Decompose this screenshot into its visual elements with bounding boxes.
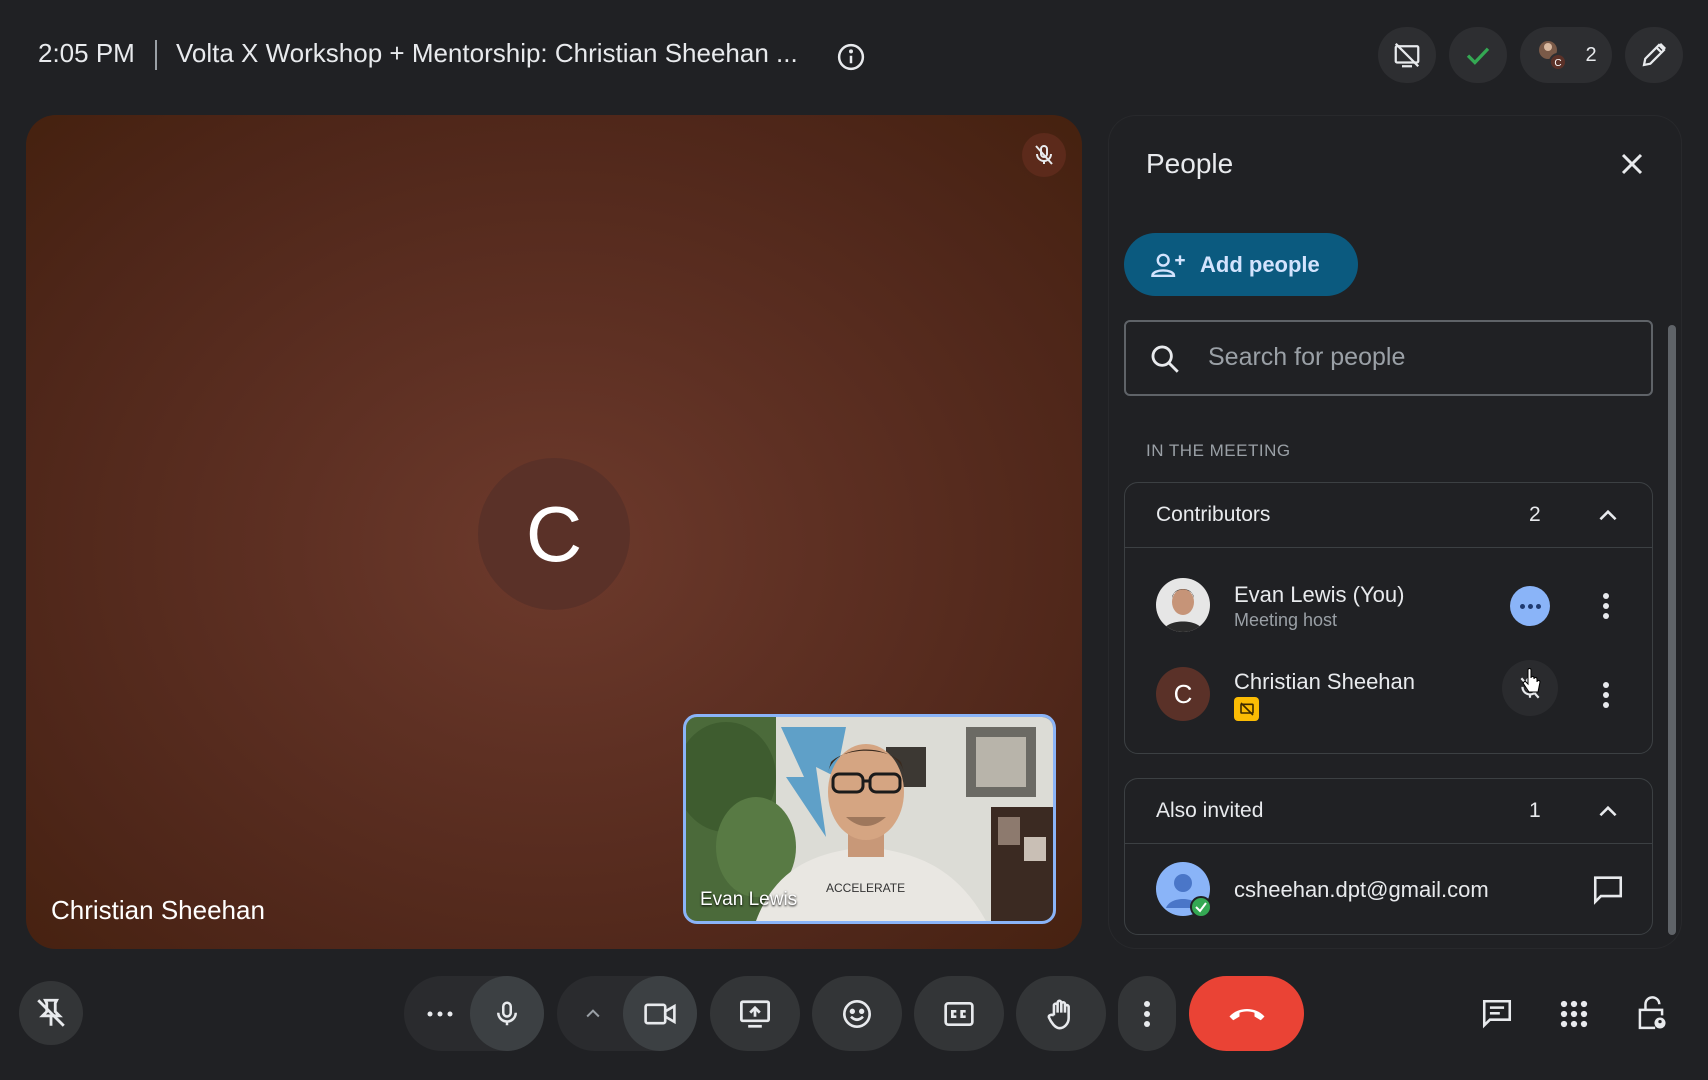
no-present-icon bbox=[1239, 702, 1254, 716]
chat-icon bbox=[1482, 999, 1512, 1028]
svg-text:C: C bbox=[1555, 58, 1562, 69]
panel-scrollbar[interactable] bbox=[1668, 325, 1676, 935]
participant-avatar: C bbox=[478, 458, 630, 610]
add-people-button[interactable]: Add people bbox=[1124, 233, 1358, 296]
video-settings-button[interactable] bbox=[567, 976, 619, 1051]
present-screen-button[interactable] bbox=[710, 976, 800, 1051]
check-icon bbox=[1466, 47, 1490, 65]
svg-text:ACCELERATE: ACCELERATE bbox=[826, 881, 905, 895]
self-view-name-label: Evan Lewis bbox=[700, 889, 798, 910]
meeting-details-button[interactable] bbox=[836, 42, 866, 72]
host-controls-icon bbox=[1638, 995, 1666, 1029]
mic-button[interactable] bbox=[470, 976, 544, 1051]
camera-icon bbox=[644, 1003, 676, 1024]
search-people-input[interactable]: Search for people bbox=[1124, 320, 1653, 396]
participant-role: Meeting host bbox=[1234, 610, 1338, 630]
dot bbox=[1519, 603, 1525, 609]
audio-settings-button[interactable] bbox=[414, 976, 466, 1051]
search-placeholder: Search for people bbox=[1208, 343, 1406, 371]
info-icon bbox=[837, 43, 865, 71]
dot bbox=[1535, 603, 1541, 609]
also-invited-header[interactable]: Also invited 1 bbox=[1125, 779, 1652, 844]
emoji-icon bbox=[843, 999, 871, 1028]
add-people-label: Add people bbox=[1200, 251, 1320, 277]
also-invited-title: Also invited bbox=[1156, 799, 1264, 822]
chat-icon[interactable] bbox=[1590, 872, 1626, 906]
activities-icon bbox=[1560, 1000, 1588, 1027]
more-options-button[interactable] bbox=[1118, 976, 1176, 1051]
edit-icon bbox=[1642, 42, 1667, 67]
title-divider bbox=[155, 40, 157, 70]
mic-off-icon bbox=[1035, 145, 1053, 165]
more-vert-icon bbox=[1144, 1000, 1150, 1027]
mouse-cursor-icon bbox=[1522, 668, 1541, 693]
participant-count: 2 bbox=[1585, 43, 1597, 66]
more-vert-icon[interactable] bbox=[1600, 591, 1612, 621]
in-meeting-section-label: IN THE MEETING bbox=[1146, 441, 1291, 460]
default-person-avatar bbox=[1156, 862, 1212, 918]
presentation-badge bbox=[1234, 697, 1259, 721]
end-call-button[interactable] bbox=[1189, 976, 1304, 1051]
no-present-icon bbox=[1394, 42, 1420, 68]
also-invited-count: 1 bbox=[1529, 799, 1541, 822]
unpin-button[interactable] bbox=[19, 981, 83, 1045]
meeting-title: Volta X Workshop + Mentorship: Christian… bbox=[176, 38, 798, 68]
panel-title: People bbox=[1146, 148, 1234, 179]
close-panel-button[interactable] bbox=[1614, 146, 1650, 182]
raise-hand-button[interactable] bbox=[1016, 976, 1106, 1051]
edit-button[interactable] bbox=[1625, 27, 1683, 83]
participant-name: Evan Lewis (You) bbox=[1234, 582, 1405, 607]
chevron-up-icon[interactable] bbox=[1595, 503, 1621, 529]
chat-button[interactable] bbox=[1466, 976, 1528, 1051]
present-screen-icon bbox=[740, 999, 770, 1028]
camera-button[interactable] bbox=[623, 976, 697, 1051]
more-options-icon bbox=[427, 1011, 453, 1016]
chevron-up-icon[interactable] bbox=[1595, 799, 1621, 825]
speaking-indicator bbox=[1510, 586, 1550, 626]
contributors-count: 2 bbox=[1529, 503, 1541, 526]
contributors-header[interactable]: Contributors 2 bbox=[1125, 483, 1652, 548]
more-vert-icon[interactable] bbox=[1600, 680, 1612, 710]
evan-avatar-photo bbox=[1156, 578, 1210, 632]
pin-off-icon bbox=[37, 998, 65, 1027]
contributors-title: Contributors bbox=[1156, 503, 1271, 526]
close-icon bbox=[1621, 153, 1643, 175]
self-view-tile[interactable]: ACCELERATE Evan Lewis bbox=[683, 714, 1056, 924]
participants-button[interactable]: C 2 bbox=[1520, 27, 1612, 83]
captions-button[interactable] bbox=[914, 976, 1004, 1051]
connected-status-button[interactable] bbox=[1449, 27, 1507, 83]
meeting-time: 2:05 PM bbox=[38, 38, 135, 68]
participant-name: Christian Sheehan bbox=[1234, 669, 1416, 694]
search-icon bbox=[1151, 345, 1179, 373]
participants-icon: C bbox=[1539, 41, 1568, 71]
reactions-button[interactable] bbox=[812, 976, 902, 1051]
end-call-icon bbox=[1229, 1008, 1264, 1020]
add-person-icon bbox=[1151, 253, 1185, 277]
raise-hand-icon bbox=[1047, 999, 1070, 1029]
captions-icon bbox=[944, 1001, 974, 1026]
mic-icon bbox=[497, 1001, 517, 1025]
chevron-up-icon bbox=[586, 1008, 600, 1017]
avatar: C bbox=[1156, 667, 1210, 721]
participant-name-label: Christian Sheehan bbox=[51, 895, 265, 925]
avatar bbox=[1156, 578, 1210, 632]
activities-button[interactable] bbox=[1543, 976, 1605, 1051]
presentation-status-button[interactable] bbox=[1378, 27, 1436, 83]
tile-muted-indicator bbox=[1022, 133, 1066, 177]
avatar bbox=[1156, 862, 1212, 918]
host-controls-button[interactable] bbox=[1620, 976, 1682, 1051]
dot bbox=[1527, 603, 1533, 609]
invitee-email: csheehan.dpt@gmail.com bbox=[1234, 877, 1489, 902]
